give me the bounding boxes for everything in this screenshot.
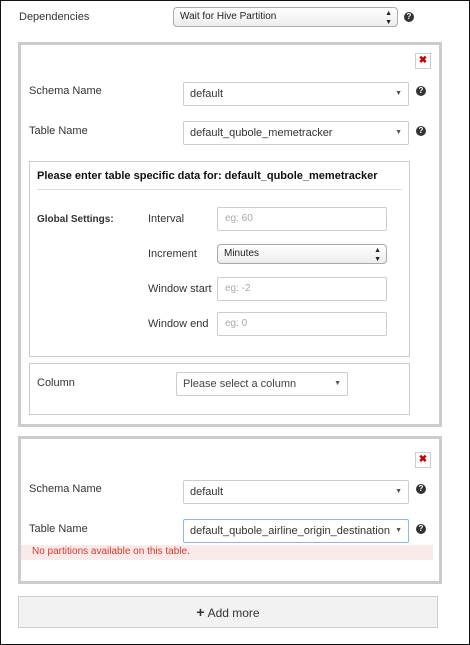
select-updown-icon: ▲ ▼: [374, 247, 381, 263]
interval-label: Interval: [148, 213, 185, 225]
table-name-value: default_qubole_memetracker: [190, 127, 333, 139]
schema-name-select[interactable]: default ▼: [183, 480, 409, 504]
plus-icon: +: [196, 604, 205, 620]
table-name-label: Table Name: [29, 523, 88, 535]
select-updown-icon: ▲ ▼: [385, 10, 392, 26]
add-more-label: Add more: [207, 606, 260, 620]
increment-label: Increment: [148, 248, 197, 260]
help-icon[interactable]: ?: [416, 86, 426, 96]
schema-name-label: Schema Name: [29, 483, 102, 495]
window-start-input[interactable]: eg: -2: [217, 277, 387, 301]
window-start-label: Window start: [148, 283, 212, 295]
global-settings-label: Global Settings:: [37, 214, 114, 225]
error-message: No partitions available on this table.: [21, 545, 433, 560]
partition-panel-2: ✖ Schema Name default ▼ ? Table Name def…: [18, 436, 442, 584]
heading-divider: [37, 189, 402, 190]
increment-value: Minutes: [224, 248, 260, 259]
caret-down-icon: ▼: [395, 527, 402, 534]
close-icon[interactable]: ✖: [415, 53, 431, 69]
schema-name-select[interactable]: default ▼: [183, 82, 409, 106]
help-icon[interactable]: ?: [416, 126, 426, 136]
dependencies-label: Dependencies: [19, 11, 90, 23]
table-data-heading: Please enter table specific data for: de…: [37, 170, 378, 182]
caret-down-icon: ▼: [334, 380, 341, 387]
column-select-placeholder: Please select a column: [183, 378, 297, 390]
caret-down-icon: ▼: [395, 488, 402, 495]
caret-down-icon: ▼: [395, 90, 402, 97]
table-name-value: default_qubole_airline_origin_destinatio…: [190, 525, 390, 537]
window-end-label: Window end: [148, 318, 209, 330]
column-label: Column: [37, 377, 75, 389]
help-icon[interactable]: ?: [416, 484, 426, 494]
schema-name-label: Schema Name: [29, 85, 102, 97]
help-icon[interactable]: ?: [404, 12, 414, 22]
table-name-select[interactable]: default_qubole_memetracker ▼: [183, 121, 409, 145]
window-end-input[interactable]: eg: 0: [217, 312, 387, 336]
increment-select[interactable]: Minutes ▲ ▼: [217, 244, 387, 264]
help-icon[interactable]: ?: [416, 524, 426, 534]
table-name-select[interactable]: default_qubole_airline_origin_destinatio…: [183, 519, 409, 543]
interval-input[interactable]: eg: 60: [217, 207, 387, 231]
column-select[interactable]: Please select a column ▼: [176, 372, 348, 396]
schema-name-value: default: [190, 88, 224, 100]
column-subpanel: Column Please select a column ▼: [29, 363, 410, 415]
table-name-label: Table Name: [29, 125, 88, 137]
dependencies-select[interactable]: Wait for Hive Partition ▲ ▼: [173, 7, 398, 27]
table-data-subpanel: Please enter table specific data for: de…: [29, 161, 410, 357]
caret-down-icon: ▼: [395, 129, 402, 136]
dependencies-select-value: Wait for Hive Partition: [180, 11, 277, 22]
add-more-button[interactable]: + Add more: [18, 596, 438, 628]
schema-name-value: default: [190, 486, 224, 498]
partition-panel-1: ✖ Schema Name default ▼ ? Table Name def…: [18, 42, 442, 427]
close-icon[interactable]: ✖: [415, 452, 431, 468]
